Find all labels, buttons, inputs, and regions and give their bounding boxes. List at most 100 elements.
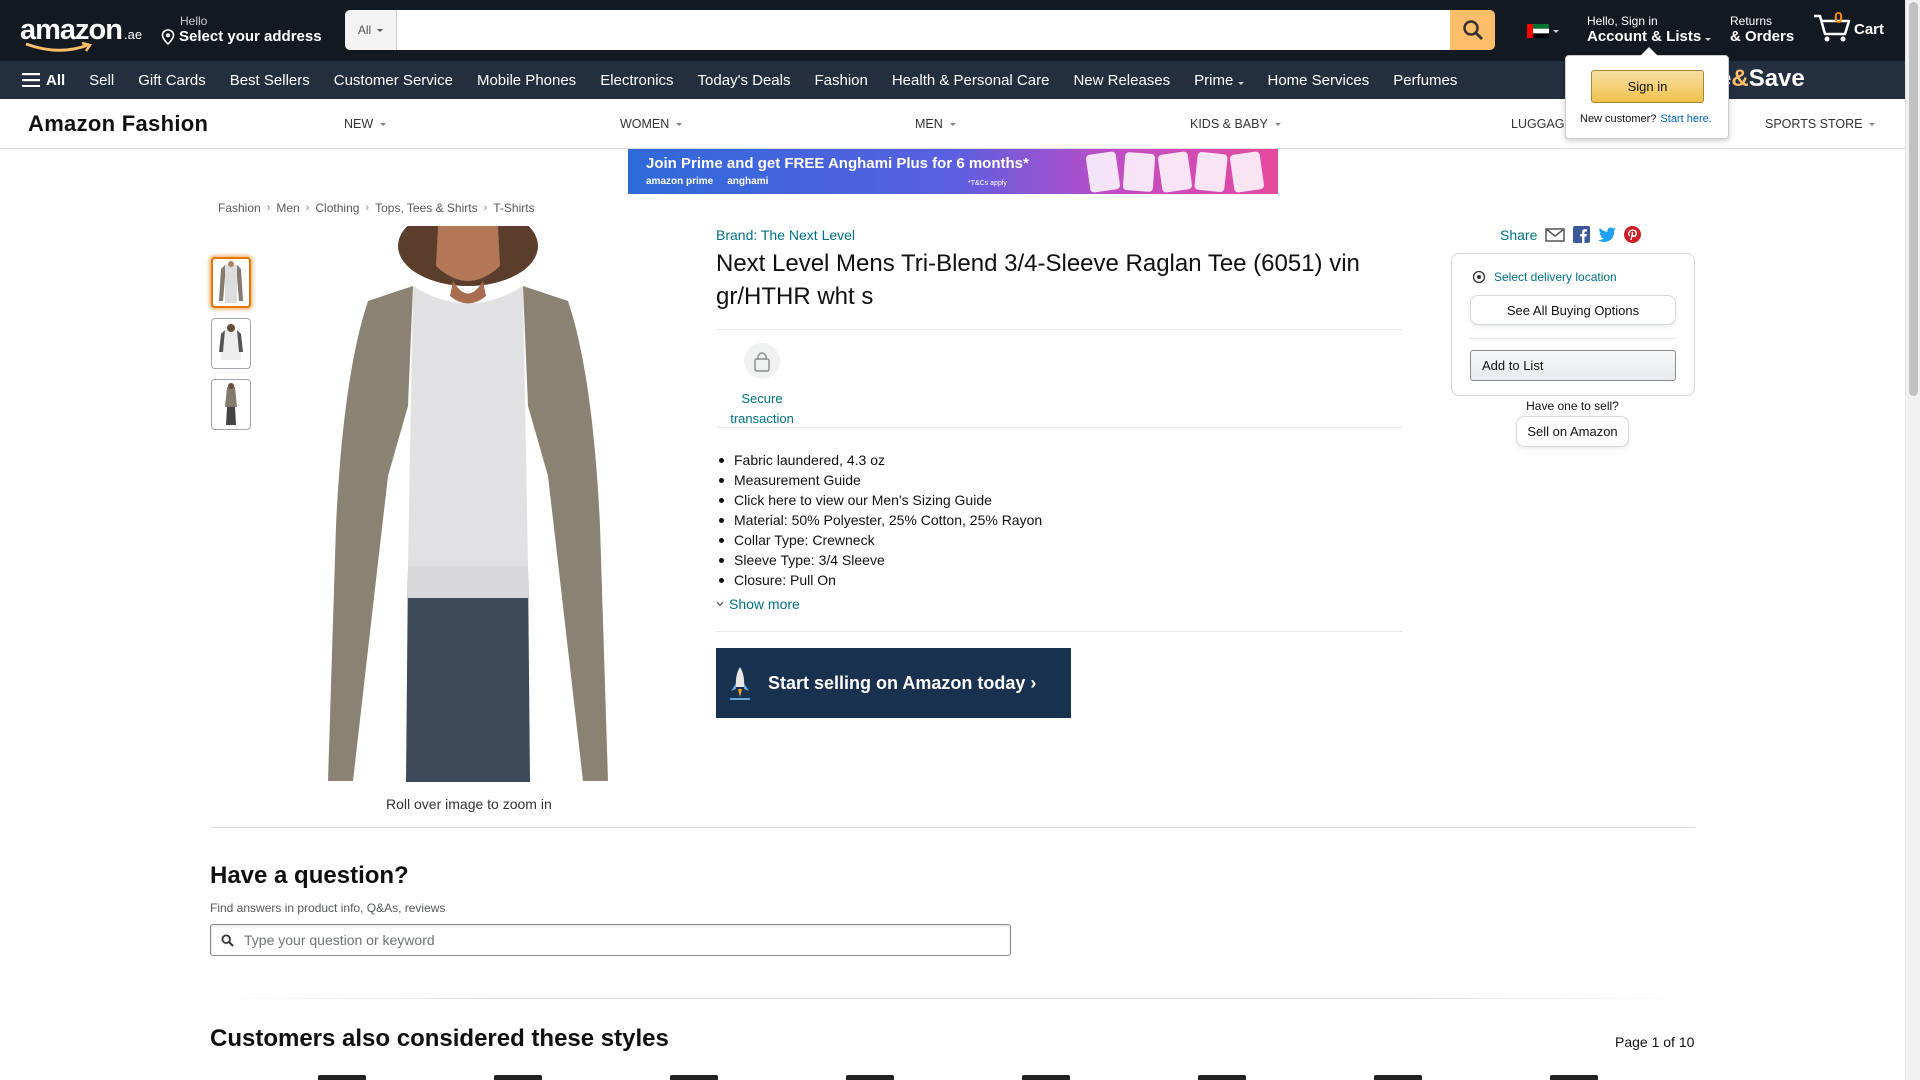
signin-button[interactable]: Sign in: [1591, 70, 1704, 103]
divider: [716, 631, 1403, 632]
divider: [716, 329, 1403, 330]
carousel-item[interactable]: [1198, 1075, 1246, 1080]
add-to-list-button[interactable]: Add to List: [1470, 350, 1676, 381]
email-icon[interactable]: [1545, 227, 1566, 243]
fashion-nav-label: LUGGAGE: [1511, 117, 1573, 131]
carousel-item[interactable]: [670, 1075, 718, 1080]
twitter-icon[interactable]: [1598, 227, 1617, 242]
new-customer-label: New customer?: [1580, 113, 1657, 125]
account-label: Account & Lists: [1587, 28, 1702, 45]
language-selector[interactable]: [1527, 24, 1559, 38]
nav-new-releases[interactable]: New Releases: [1061, 72, 1182, 89]
fashion-nav-women[interactable]: WOMEN: [620, 117, 683, 131]
question-search-input[interactable]: Type your question or keyword: [210, 924, 1011, 956]
uae-flag-icon: [1527, 24, 1549, 38]
breadcrumb-fashion[interactable]: Fashion: [218, 201, 261, 215]
share-label: Share: [1500, 226, 1538, 243]
banner-card-image: [1085, 151, 1121, 193]
nav-mobile-phones[interactable]: Mobile Phones: [465, 72, 588, 89]
carousel-item[interactable]: [318, 1075, 366, 1080]
search-category-label: All: [357, 23, 372, 37]
nav-prime[interactable]: Prime: [1182, 72, 1255, 89]
carousel-item[interactable]: [1022, 1075, 1070, 1080]
carousel-item[interactable]: [846, 1075, 894, 1080]
divider: [716, 427, 1403, 428]
fashion-nav-label: KIDS & BABY: [1190, 117, 1268, 131]
search-bar: All: [345, 10, 1495, 50]
amazon-fashion-logo[interactable]: Amazon Fashion: [28, 111, 208, 137]
new-customer-text: New customer? Start here.: [1580, 113, 1712, 125]
product-main-image[interactable]: [318, 206, 620, 782]
fashion-nav-new[interactable]: NEW: [344, 117, 387, 131]
banner-brands: amazon prime anghami: [646, 176, 768, 187]
returns-orders[interactable]: Returns & Orders: [1730, 14, 1794, 45]
breadcrumb: Fashion › Men › Clothing › Tops, Tees & Shi…: [218, 201, 535, 215]
thumbnail-front[interactable]: [211, 257, 251, 308]
banner-card-image: [1122, 151, 1156, 193]
nav-electronics[interactable]: Electronics: [588, 72, 685, 89]
fashion-nav-kids-baby[interactable]: KIDS & BABY: [1190, 117, 1281, 131]
nav-customer-service[interactable]: Customer Service: [322, 72, 465, 89]
nav-todays-deals[interactable]: Today's Deals: [686, 72, 803, 89]
cart-button[interactable]: 0 Cart: [1812, 10, 1884, 42]
breadcrumb-clothing[interactable]: Clothing: [315, 201, 359, 215]
account-lists[interactable]: Hello, Sign in Account & Lists: [1587, 14, 1712, 45]
show-more-link[interactable]: Show more: [716, 596, 800, 612]
nav-home-services[interactable]: Home Services: [1256, 72, 1382, 89]
search-button[interactable]: [1450, 10, 1495, 50]
amazon-logo[interactable]: amazon .ae: [20, 14, 143, 52]
start-here-link[interactable]: Start here.: [1660, 113, 1711, 125]
chevron-down-icon: [1553, 29, 1559, 33]
product-title: Next Level Mens Tri-Blend 3/4-Sleeve Rag…: [716, 250, 1360, 310]
search-category-select[interactable]: All: [345, 10, 397, 50]
logo-tld: .ae: [123, 27, 143, 42]
delivery-label: Select delivery location: [1494, 270, 1617, 284]
show-more-label: Show more: [729, 596, 800, 612]
nav-gift-cards[interactable]: Gift Cards: [126, 72, 218, 89]
banner-headline: Join Prime and get FREE Anghami Plus for…: [646, 155, 1029, 172]
fashion-nav-men[interactable]: MEN: [915, 117, 956, 131]
feature-bullet[interactable]: Click here to view our Men's Sizing Guid…: [716, 490, 1042, 510]
delivery-address[interactable]: Hello Select your address: [160, 14, 322, 45]
breadcrumb-tshirts[interactable]: T-Shirts: [493, 201, 534, 215]
secure-transaction-badge[interactable]: Secure transaction: [716, 343, 808, 429]
search-input[interactable]: [397, 10, 1450, 50]
start-selling-banner[interactable]: Start selling on Amazon today ›: [716, 648, 1071, 718]
sell-on-amazon-button[interactable]: Sell on Amazon: [1516, 416, 1629, 447]
image-thumbnails: [211, 257, 251, 440]
prime-anghami-banner[interactable]: Join Prime and get FREE Anghami Plus for…: [628, 149, 1278, 194]
account-greeting: Hello, Sign in: [1587, 14, 1658, 28]
banner-artwork: [1085, 151, 1265, 193]
belt-promo[interactable]: e&Save: [1718, 65, 1805, 93]
carousel-item[interactable]: [494, 1075, 542, 1080]
nav-fashion[interactable]: Fashion: [802, 72, 879, 89]
thumbnail-side[interactable]: [211, 379, 251, 430]
all-menu-label: All: [46, 71, 66, 89]
hamburger-icon: [22, 73, 40, 87]
breadcrumb-tops[interactable]: Tops, Tees & Shirts: [375, 201, 478, 215]
section-divider: [210, 827, 1695, 828]
promo-amp: &: [1731, 65, 1749, 92]
carousel-item[interactable]: [1550, 1075, 1598, 1080]
page-scrollbar[interactable]: [1905, 0, 1920, 1080]
nav-best-sellers[interactable]: Best Sellers: [218, 72, 322, 89]
search-icon: [221, 933, 234, 947]
fashion-nav-luggage[interactable]: LUGGAGE: [1511, 117, 1573, 131]
buy-box: Select delivery location See All Buying …: [1451, 253, 1695, 396]
see-all-buying-options-button[interactable]: See All Buying Options: [1470, 295, 1676, 325]
nav-sell[interactable]: Sell: [77, 72, 126, 89]
have-one-to-sell: Have one to sell?: [1526, 399, 1619, 413]
fashion-nav-sports-store[interactable]: SPORTS STORE: [1765, 117, 1876, 131]
all-menu-button[interactable]: All: [0, 72, 77, 89]
pinterest-icon[interactable]: [1624, 226, 1642, 243]
select-delivery-location[interactable]: Select delivery location: [1472, 270, 1617, 284]
scrollbar-thumb[interactable]: [1909, 2, 1918, 396]
facebook-icon[interactable]: [1573, 226, 1591, 243]
brand-link[interactable]: Brand: The Next Level: [716, 227, 855, 243]
thumbnail-back[interactable]: [211, 318, 251, 369]
nav-health-personal-care[interactable]: Health & Personal Care: [880, 72, 1062, 89]
breadcrumb-men[interactable]: Men: [276, 201, 299, 215]
nav-perfumes[interactable]: Perfumes: [1381, 72, 1469, 89]
chevron-down-icon: [1705, 38, 1712, 41]
carousel-item[interactable]: [1374, 1075, 1422, 1080]
